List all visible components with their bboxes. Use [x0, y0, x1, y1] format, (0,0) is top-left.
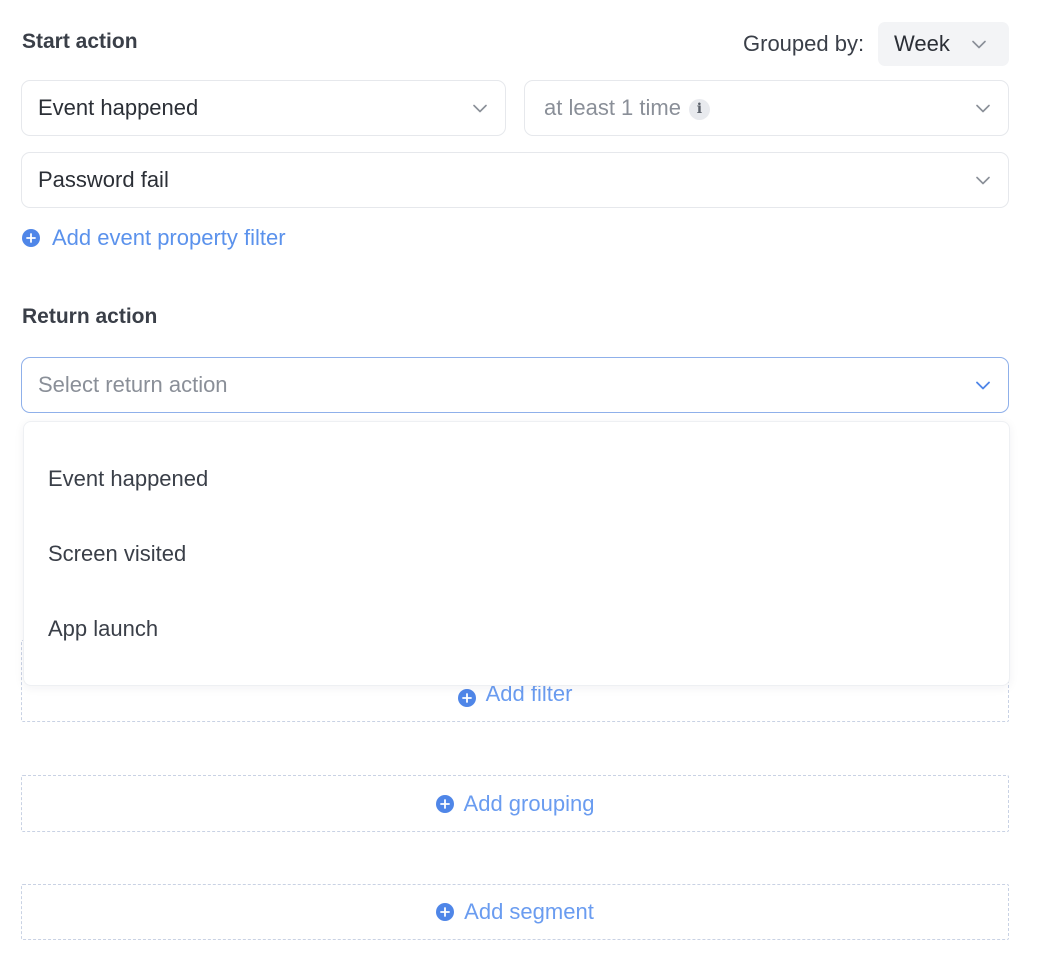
chevron-down-icon — [974, 99, 992, 117]
plus-circle-icon — [436, 903, 455, 921]
frequency-value: at least 1 time i — [544, 95, 974, 121]
return-action-placeholder: Select return action — [38, 372, 228, 397]
event-type-value: Event happened — [38, 95, 199, 120]
chevron-down-icon — [974, 171, 992, 189]
chevron-down-icon — [471, 99, 489, 117]
grouped-by-value: Week — [894, 31, 950, 56]
event-name-select[interactable]: Password fail — [21, 152, 1009, 208]
plus-circle-icon — [457, 689, 476, 707]
info-icon[interactable]: i — [688, 98, 710, 120]
return-action-dropdown: Event happened Screen visited App launch — [23, 421, 1010, 686]
return-action-select[interactable]: Select return action — [21, 357, 1009, 413]
grouped-by-label: Grouped by: — [743, 31, 865, 56]
add-segment-button[interactable]: Add segment — [21, 884, 1009, 940]
dropdown-option-screen-visited[interactable]: Screen visited — [48, 541, 186, 567]
dropdown-option-app-launch[interactable]: App launch — [48, 616, 158, 642]
start-action-title: Start action — [22, 30, 138, 53]
add-event-property-filter-label: Add event property filter — [52, 225, 286, 250]
plus-circle-icon — [22, 229, 40, 247]
plus-circle-icon — [435, 794, 454, 813]
chevron-down-icon — [974, 376, 992, 394]
add-event-property-filter-link[interactable]: Add event property filter — [22, 224, 286, 252]
event-name-value: Password fail — [38, 167, 169, 192]
frequency-select[interactable]: at least 1 time i — [524, 80, 1009, 136]
event-type-select[interactable]: Event happened — [21, 80, 506, 136]
grouped-by-select[interactable]: Week — [878, 22, 1009, 66]
return-action-title: Return action — [22, 305, 158, 328]
chevron-down-icon — [970, 35, 988, 53]
add-grouping-button[interactable]: Add grouping — [21, 775, 1009, 832]
add-segment-label: Add segment — [464, 899, 594, 924]
dropdown-option-event-happened[interactable]: Event happened — [48, 466, 208, 492]
add-grouping-label: Add grouping — [463, 790, 595, 816]
